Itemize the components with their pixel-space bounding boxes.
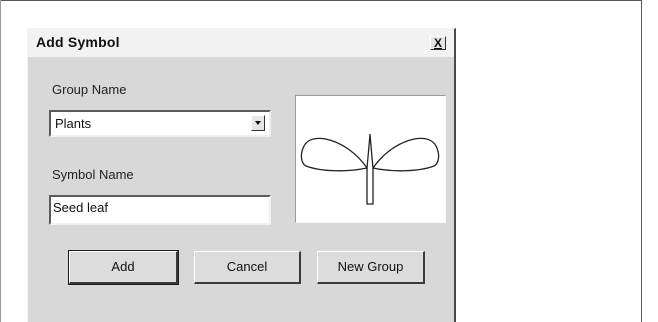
dialog-title: Add Symbol: [36, 34, 120, 50]
symbol-name-field[interactable]: [49, 195, 271, 225]
new-group-button[interactable]: New Group: [317, 251, 425, 284]
group-name-value: Plants: [55, 116, 92, 131]
page: Add Symbol X Group Name Plants Symbol Na…: [0, 0, 658, 322]
close-icon: X: [433, 36, 442, 50]
frame-left-border: [0, 0, 1, 322]
symbol-name-input[interactable]: [53, 200, 253, 215]
chevron-down-icon: [255, 121, 261, 125]
dialog-titlebar: Add Symbol X: [28, 29, 454, 57]
frame-right-border: [641, 0, 642, 322]
add-symbol-dialog: Add Symbol X Group Name Plants Symbol Na…: [27, 28, 456, 322]
close-button[interactable]: X: [430, 36, 446, 50]
group-name-label: Group Name: [52, 82, 127, 97]
frame-top-border: [0, 0, 642, 1]
group-dropdown-button[interactable]: [251, 115, 265, 131]
add-button[interactable]: Add: [68, 250, 179, 285]
seed-leaf-icon: [300, 133, 440, 205]
symbol-name-label: Symbol Name: [52, 167, 134, 182]
cancel-button[interactable]: Cancel: [194, 251, 301, 284]
group-name-select[interactable]: Plants: [49, 110, 271, 137]
symbol-preview: [295, 95, 446, 223]
